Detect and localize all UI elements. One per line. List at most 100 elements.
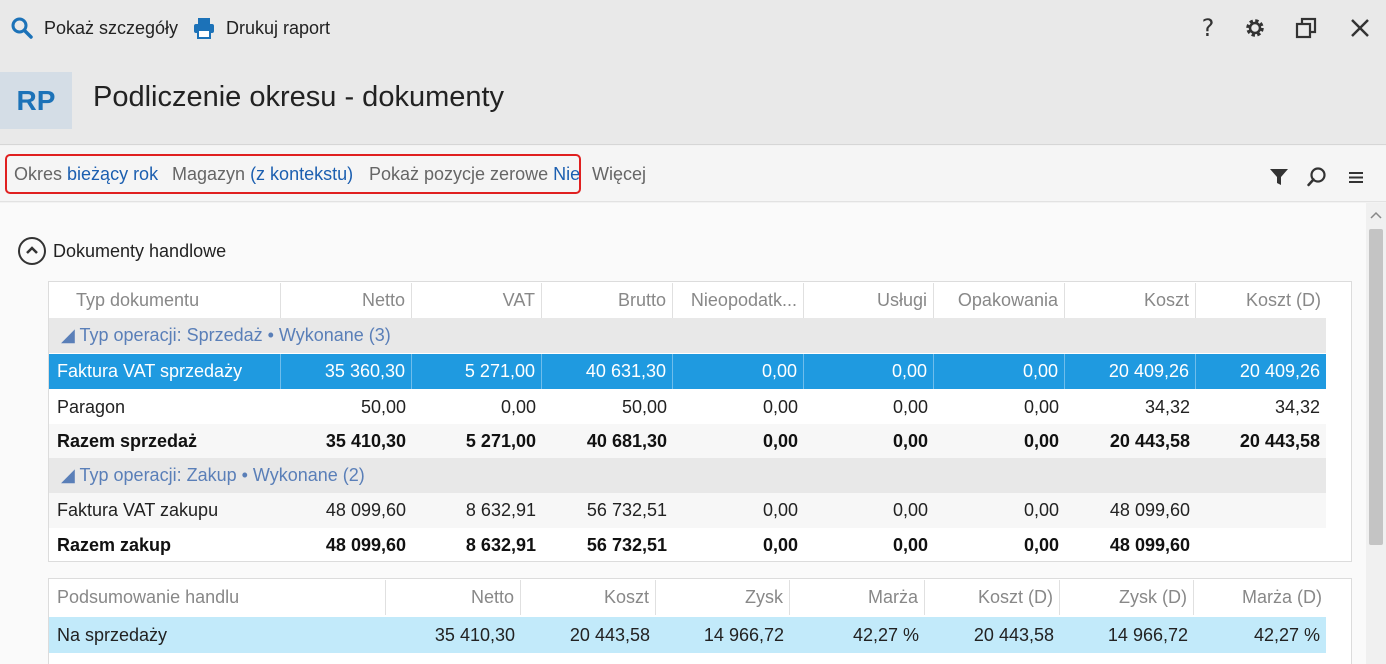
show-details-button[interactable]: Pokaż szczegóły [10, 14, 178, 42]
table-cell: 56 732,51 [586, 535, 667, 555]
more-filters-link[interactable]: Więcej [592, 164, 646, 185]
table-cell: 0,00 [804, 354, 934, 389]
column-header[interactable]: Netto [281, 283, 412, 318]
table-cell: 20 443,58 [1239, 431, 1320, 451]
filter-bar: Okres bieżący rok Magazyn (z kontekstu) … [0, 146, 1386, 202]
help-icon[interactable]: ? [1194, 14, 1222, 42]
table-cell: 34,32 [1144, 397, 1190, 417]
print-report-label: Drukuj raport [226, 17, 331, 38]
table-row[interactable]: Na sprzedaży 35 410,30 20 443,58 14 966,… [49, 617, 1326, 653]
table-row[interactable]: Faktura VAT zakupu 48 099,60 8 632,91 56… [49, 493, 1326, 528]
table-cell: 14 966,72 [703, 624, 784, 645]
table-cell: 0,00 [762, 535, 798, 555]
group-label: ◢ Typ operacji: Sprzedaż • Wykonane (3) [61, 325, 391, 345]
table-cell: 20 443,58 [569, 624, 650, 645]
column-header[interactable]: VAT [412, 283, 542, 318]
svg-text:?: ? [1202, 16, 1215, 40]
printer-icon [194, 18, 214, 39]
group-row-sales[interactable]: ◢ Typ operacji: Sprzedaż • Wykonane (3) [49, 318, 1326, 353]
table-cell: 8 632,91 [465, 500, 536, 520]
zero-items-filter[interactable]: Pokaż pozycje zerowe Nie [369, 164, 580, 185]
table-row[interactable]: Faktura VAT sprzedaży 35 360,30 5 271,00… [49, 354, 1326, 389]
table-cell: 48 099,60 [1109, 500, 1190, 520]
zero-items-filter-label: Pokaż pozycje zerowe [369, 164, 549, 184]
column-header[interactable]: Koszt (D) [1196, 283, 1327, 318]
section-toggle-trade-documents[interactable]: Dokumenty handlowe [18, 237, 226, 265]
table-cell: 20 443,58 [973, 624, 1054, 645]
column-header[interactable]: Nieopodatk... [673, 283, 804, 318]
table-cell: 20 409,26 [1239, 361, 1320, 381]
column-header[interactable]: Opakowania [934, 283, 1065, 318]
scroll-up-arrow-icon[interactable] [1370, 209, 1382, 221]
chevron-up-icon [18, 237, 46, 265]
table-cell: 48 099,60 [325, 535, 406, 555]
column-header[interactable]: Zysk (D) [1060, 580, 1194, 615]
table-cell: Faktura VAT sprzedaży [49, 354, 281, 389]
table-cell: 35 410,30 [325, 431, 406, 451]
table-row[interactable]: Paragon 50,00 0,00 50,00 0,00 0,00 0,00 … [49, 390, 1326, 425]
column-header[interactable]: Netto [386, 580, 521, 615]
table-cell: 48 099,60 [325, 500, 406, 520]
page-header: RP Podliczenie okresu - dokumenty [0, 57, 1386, 145]
group-label: ◢ Typ operacji: Zakup • Wykonane (2) [61, 465, 365, 485]
table-cell: 0,00 [892, 500, 928, 520]
column-header[interactable]: Brutto [542, 283, 673, 318]
warehouse-filter[interactable]: Magazyn (z kontekstu) [172, 164, 353, 185]
table-cell: Faktura VAT zakupu [57, 500, 219, 520]
table-cell: 35 410,30 [434, 624, 515, 645]
gear-icon[interactable] [1241, 14, 1269, 42]
table-cell: 0,00 [934, 354, 1065, 389]
restore-window-icon[interactable] [1292, 14, 1320, 42]
trade-documents-table: Typ dokumentu Netto VAT Brutto Nieopodat… [48, 281, 1352, 562]
column-header[interactable]: Koszt [1065, 283, 1196, 318]
column-header[interactable]: Typ dokumentu [49, 283, 281, 318]
table-cell: 8 632,91 [465, 535, 536, 555]
table-cell: 0,00 [892, 431, 928, 451]
table-cell: 0,00 [500, 397, 536, 417]
table-cell: 0,00 [762, 397, 798, 417]
table-cell: 50,00 [360, 397, 406, 417]
table-cell: 48 099,60 [1109, 535, 1190, 555]
table-cell: Na sprzedaży [57, 624, 168, 645]
table-cell: 5 271,00 [465, 431, 536, 451]
show-details-label: Pokaż szczegóły [44, 17, 179, 38]
group-row-purchase[interactable]: ◢ Typ operacji: Zakup • Wykonane (2) [49, 458, 1326, 493]
table-cell: 0,00 [1023, 500, 1059, 520]
filter-icon[interactable] [1265, 163, 1293, 191]
menu-icon[interactable] [1342, 163, 1370, 191]
period-filter[interactable]: Okres bieżący rok [14, 164, 158, 185]
warehouse-filter-value: (z kontekstu) [250, 164, 354, 184]
table-cell: 0,00 [1023, 431, 1059, 451]
table-cell: 0,00 [1023, 535, 1059, 555]
scrollbar-thumb[interactable] [1369, 229, 1383, 545]
search-icon[interactable] [1303, 163, 1331, 191]
toolbar: Pokaż szczegóły Drukuj raport ? [0, 0, 1386, 57]
total-row-sales[interactable]: Razem sprzedaż 35 410,30 5 271,00 40 681… [49, 424, 1326, 459]
column-header[interactable]: Koszt (D) [925, 580, 1060, 615]
table-cell: 20 409,26 [1065, 354, 1196, 389]
close-icon[interactable] [1346, 14, 1374, 42]
total-row-purchase[interactable]: Razem zakup 48 099,60 8 632,91 56 732,51… [49, 528, 1326, 563]
column-header[interactable]: Marża [790, 580, 925, 615]
table-cell: 56 732,51 [586, 500, 667, 520]
table-cell: 0,00 [762, 431, 798, 451]
table-cell: 50,00 [621, 397, 667, 417]
content-area: Dokumenty handlowe Typ dokumentu Netto V… [0, 203, 1366, 664]
table-cell: 34,32 [1274, 397, 1320, 417]
column-header[interactable]: Zysk [656, 580, 790, 615]
column-header[interactable]: Usługi [804, 283, 934, 318]
table-cell: 0,00 [1023, 397, 1059, 417]
page-title: Podliczenie okresu - dokumenty [93, 81, 505, 113]
table-cell: 35 360,30 [281, 354, 412, 389]
table-cell: 0,00 [673, 354, 804, 389]
column-header[interactable]: Koszt [521, 580, 656, 615]
table-header-row: Podsumowanie handlu Netto Koszt Zysk Mar… [49, 580, 1351, 615]
print-report-button[interactable]: Drukuj raport [192, 14, 330, 42]
column-header[interactable]: Marża (D) [1194, 580, 1328, 615]
table-cell: 0,00 [762, 500, 798, 520]
table-cell: Paragon [57, 397, 126, 417]
table-cell: 42,27 % [1253, 624, 1320, 645]
column-header[interactable]: Podsumowanie handlu [49, 580, 386, 615]
period-filter-label: Okres [14, 164, 63, 184]
table-cell: Razem sprzedaż [57, 431, 198, 451]
